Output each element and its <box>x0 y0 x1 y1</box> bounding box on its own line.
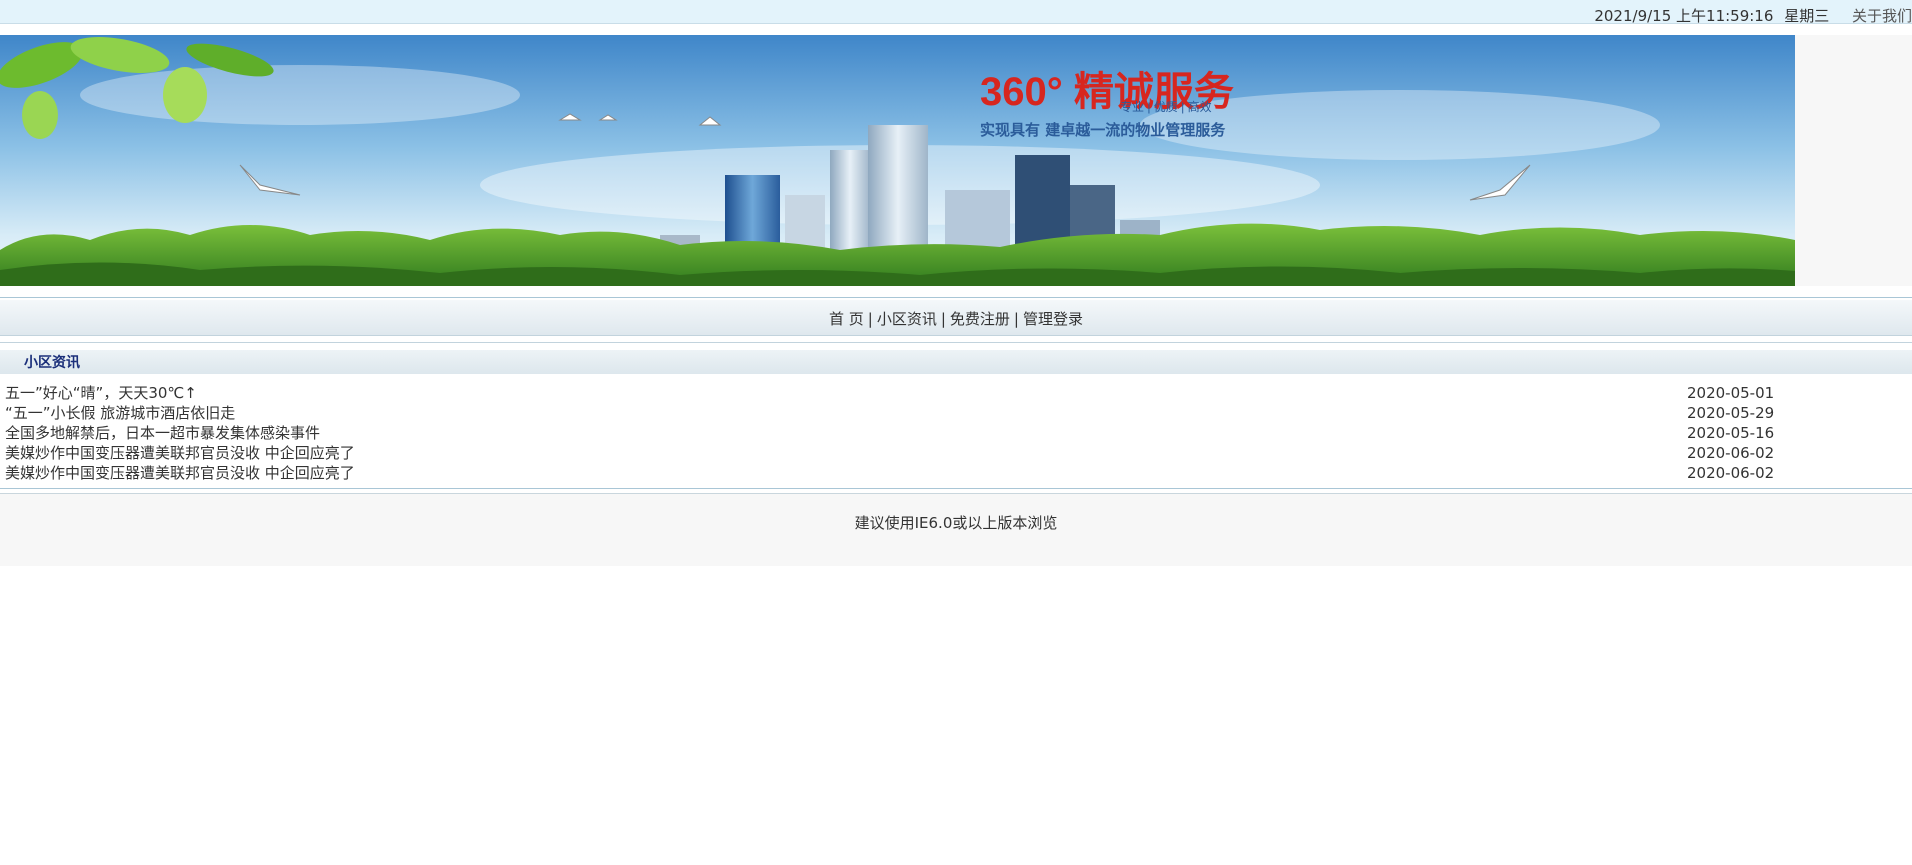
nav-item-admin-login[interactable]: 管理登录 <box>1023 310 1083 328</box>
footer: 建议使用IE6.0或以上版本浏览 <box>0 494 1912 566</box>
news-date: 2020-06-02 <box>1687 444 1775 462</box>
nav-separator: | <box>1013 310 1019 328</box>
about-us-link[interactable]: 关于我们 <box>1852 7 1912 25</box>
news-item: “五一”小长假 旅游城市酒店依旧走 2020-05-29 <box>0 403 1912 423</box>
current-weekday: 星期三 <box>1784 7 1830 25</box>
banner-image: 360° 精诚服务 专业 | 优质 | 高效 实现具有 建卓越一流的物业管理服务 <box>0 35 1795 286</box>
nav-divider-top <box>0 297 1912 298</box>
svg-text:专业 | 优质 | 高效: 专业 | 优质 | 高效 <box>1120 99 1212 114</box>
news-title-link[interactable]: “五一”小长假 旅游城市酒店依旧走 <box>5 403 235 423</box>
banner-row: 360° 精诚服务 专业 | 优质 | 高效 实现具有 建卓越一流的物业管理服务 <box>0 35 1912 286</box>
news-title-link[interactable]: 美媒炒作中国变压器遭美联邦官员没收 中企回应亮了 <box>5 443 355 463</box>
nav-item-community-news[interactable]: 小区资讯 <box>877 310 937 328</box>
nav-separator: | <box>940 310 946 328</box>
list-divider <box>0 488 1912 489</box>
nav-divider-bottom <box>0 342 1912 343</box>
footer-browser-note: 建议使用IE6.0或以上版本浏览 <box>854 514 1058 532</box>
nav-item-home[interactable]: 首 页 <box>829 310 864 328</box>
top-bar-info: 2021/9/15 上午11:59:16 星期三 关于我们 <box>1588 5 1912 26</box>
svg-text:实现具有 建卓越一流的物业管理服务: 实现具有 建卓越一流的物业管理服务 <box>980 121 1226 139</box>
news-title-link[interactable]: 全国多地解禁后，日本一超市暴发集体感染事件 <box>5 423 320 443</box>
news-item: 美媒炒作中国变压器遭美联邦官员没收 中企回应亮了 2020-06-02 <box>0 463 1912 483</box>
news-item: 美媒炒作中国变压器遭美联邦官员没收 中企回应亮了 2020-06-02 <box>0 443 1912 463</box>
section-title: 小区资讯 <box>0 350 1912 374</box>
news-item: 全国多地解禁后，日本一超市暴发集体感染事件 2020-05-16 <box>0 423 1912 443</box>
news-title-link[interactable]: 美媒炒作中国变压器遭美联邦官员没收 中企回应亮了 <box>5 463 355 483</box>
nav-separator: | <box>867 310 873 328</box>
top-bar: 2021/9/15 上午11:59:16 星期三 关于我们 <box>0 0 1912 26</box>
nav-item-register[interactable]: 免费注册 <box>950 310 1010 328</box>
news-date: 2020-05-29 <box>1687 404 1775 422</box>
main-nav: 首 页 | 小区资讯 | 免费注册 | 管理登录 <box>0 300 1912 336</box>
news-title-link[interactable]: 五一”好心“晴”，天天30℃↑ <box>5 383 197 403</box>
news-date: 2020-05-16 <box>1687 424 1775 442</box>
news-item: 五一”好心“晴”，天天30℃↑ 2020-05-01 <box>0 383 1912 403</box>
current-datetime: 2021/9/15 上午11:59:16 <box>1594 7 1774 25</box>
news-date: 2020-05-01 <box>1687 384 1775 402</box>
news-date: 2020-06-02 <box>1687 464 1775 482</box>
news-list: 五一”好心“晴”，天天30℃↑ 2020-05-01 “五一”小长假 旅游城市酒… <box>0 383 1912 483</box>
